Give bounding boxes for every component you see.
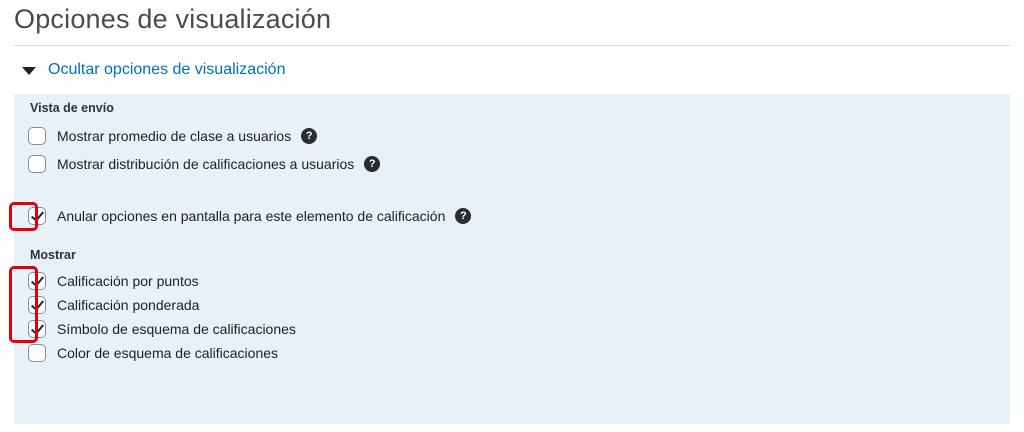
option-scheme-color: Color de esquema de calificaciones: [28, 343, 278, 363]
points-grade-checkbox[interactable]: [28, 272, 46, 290]
scheme-color-label: Color de esquema de calificaciones: [57, 345, 279, 361]
show-class-average-checkbox[interactable]: [28, 127, 46, 145]
points-grade-label: Calificación por puntos: [57, 273, 199, 289]
weighted-grade-label: Calificación ponderada: [57, 297, 200, 313]
scheme-symbol-label: Símbolo de esquema de calificaciones: [57, 321, 296, 337]
option-show-class-average: Mostrar promedio de clase a usuarios ?: [28, 126, 318, 146]
scheme-color-checkbox[interactable]: [28, 344, 46, 362]
display-options-panel: Vista de envío Mostrar promedio de clase…: [14, 94, 1010, 424]
submission-view-heading: Vista de envío: [30, 101, 114, 115]
hide-display-options-link[interactable]: Ocultar opciones de visualización: [22, 58, 285, 82]
page-title: Opciones de visualización: [14, 4, 332, 34]
triangle-down-icon: [22, 66, 36, 75]
override-display-label: Anular opciones en pantalla para este el…: [57, 208, 446, 224]
display-heading: Mostrar: [30, 248, 76, 262]
weighted-grade-checkbox[interactable]: [28, 296, 46, 314]
help-icon[interactable]: ?: [455, 208, 472, 224]
help-icon[interactable]: ?: [301, 128, 318, 144]
override-display-checkbox[interactable]: [28, 207, 46, 225]
option-override-display: Anular opciones en pantalla para este el…: [28, 206, 472, 226]
hide-display-options-label: Ocultar opciones de visualización: [48, 61, 286, 78]
show-class-average-label: Mostrar promedio de clase a usuarios: [57, 128, 292, 144]
show-grade-distribution-label: Mostrar distribución de calificaciones a…: [57, 156, 355, 172]
title-divider: [14, 45, 1010, 46]
scheme-symbol-checkbox[interactable]: [28, 320, 46, 338]
help-icon[interactable]: ?: [364, 156, 381, 172]
option-scheme-symbol: Símbolo de esquema de calificaciones: [28, 319, 296, 339]
option-show-grade-distribution: Mostrar distribución de calificaciones a…: [28, 154, 381, 174]
show-grade-distribution-checkbox[interactable]: [28, 155, 46, 173]
option-weighted-grade: Calificación ponderada: [28, 295, 199, 315]
option-points-grade: Calificación por puntos: [28, 271, 199, 291]
